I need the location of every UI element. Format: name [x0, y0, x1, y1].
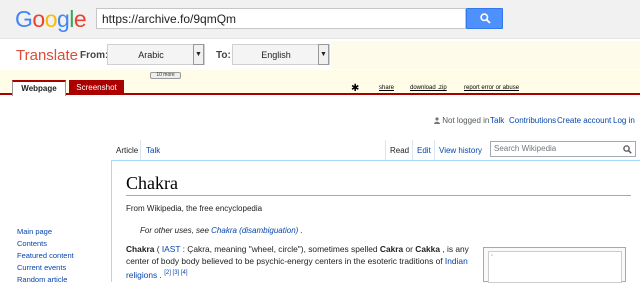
bold-term: Cakra — [379, 244, 404, 254]
chevron-down-icon[interactable]: ▼ — [193, 44, 204, 65]
logo-letter: o — [44, 6, 58, 32]
nav-current-events[interactable]: Current events — [17, 263, 66, 272]
from-label: From: — [80, 50, 109, 61]
create-account-link[interactable]: Create account — [557, 116, 611, 125]
page-title: Chakra — [126, 173, 178, 193]
text: or — [403, 244, 416, 254]
text: ( — [154, 244, 162, 254]
from-language-select[interactable]: Arabic ▼ — [107, 44, 205, 65]
logo-letter: o — [32, 6, 45, 32]
tab-separator — [140, 140, 141, 160]
ref-link[interactable]: [4] — [181, 270, 188, 276]
tab-webpage[interactable]: Webpage — [12, 80, 66, 96]
more-button[interactable]: 10 more — [150, 72, 181, 79]
tabs-divider — [112, 160, 640, 161]
user-icon — [434, 117, 440, 124]
chevron-down-icon[interactable]: ▼ — [318, 44, 329, 65]
not-logged-in-text: Not logged in — [442, 116, 490, 125]
tab-separator — [385, 140, 386, 160]
to-language-value: English — [261, 50, 291, 60]
lead-paragraph: Chakra ( IAST : Çakra, meaning "wheel, c… — [126, 243, 481, 281]
search-button[interactable] — [466, 8, 503, 29]
tab-read[interactable]: Read — [390, 146, 409, 155]
tab-separator — [412, 140, 413, 160]
contributions-link[interactable]: Contributions — [509, 116, 556, 125]
google-logo[interactable]: Google — [15, 6, 87, 33]
content-border — [111, 160, 112, 282]
hatnote-prefix: For other uses, see — [140, 226, 212, 235]
logo-letter: e — [73, 6, 87, 32]
search-icon — [480, 13, 491, 24]
hatnote-suffix: . — [298, 226, 303, 235]
login-link[interactable]: Log in — [613, 116, 635, 125]
personal-talk-link[interactable]: Talk — [490, 116, 504, 125]
to-language-select[interactable]: English ▼ — [232, 44, 330, 65]
logo-letter: G — [15, 6, 33, 32]
nav-main-page[interactable]: Main page — [17, 227, 52, 236]
translate-banner — [331, 41, 640, 69]
tab-separator — [434, 140, 435, 160]
iast-link[interactable]: IAST — [162, 244, 180, 254]
report-link[interactable]: report error or abuse — [464, 85, 519, 91]
text: : Çakra, meaning "wheel, circle"), somet… — [180, 244, 380, 254]
wiki-search-placeholder: Search Wikipedia — [494, 144, 557, 153]
nav-contents[interactable]: Contents — [17, 239, 47, 248]
ref-link[interactable]: [2] — [164, 270, 171, 276]
ref-link[interactable]: [3] — [173, 270, 180, 276]
tab-edit[interactable]: Edit — [417, 146, 431, 155]
tab-talk[interactable]: Talk — [146, 146, 160, 155]
infobox: ▫ — [483, 247, 626, 283]
bold-term: Cakka — [415, 244, 440, 254]
from-language-value: Arabic — [138, 50, 164, 60]
tab-view-history[interactable]: View history — [439, 146, 482, 155]
url-input[interactable]: https://archive.fo/9qmQm — [96, 8, 466, 29]
title-divider — [126, 195, 631, 196]
nav-random-article[interactable]: Random article — [17, 275, 67, 284]
download-zip-link[interactable]: download .zip — [410, 85, 447, 91]
search-icon[interactable] — [623, 145, 632, 154]
wiki-search-input[interactable]: Search Wikipedia — [490, 141, 636, 157]
tagline: From Wikipedia, the free encyclopedia — [126, 204, 263, 213]
infobox-image[interactable]: ▫ — [488, 251, 622, 283]
share-link[interactable]: share — [379, 85, 394, 91]
translate-title: Translate — [16, 47, 78, 64]
tab-article[interactable]: Article — [116, 146, 138, 155]
nav-featured-content[interactable]: Featured content — [17, 251, 74, 260]
hatnote: For other uses, see Chakra (disambiguati… — [140, 226, 303, 235]
to-label: To: — [216, 50, 231, 61]
logo-letter: g — [56, 6, 70, 32]
broken-image-icon: ▫ — [491, 253, 494, 259]
disambiguation-link[interactable]: Chakra (disambiguation) — [211, 226, 298, 235]
bold-term: Chakra — [126, 244, 155, 254]
tab-screenshot[interactable]: Screenshot — [69, 80, 124, 95]
not-logged-in: Not logged in — [434, 116, 489, 125]
bug-icon[interactable]: ✱ — [351, 83, 359, 94]
